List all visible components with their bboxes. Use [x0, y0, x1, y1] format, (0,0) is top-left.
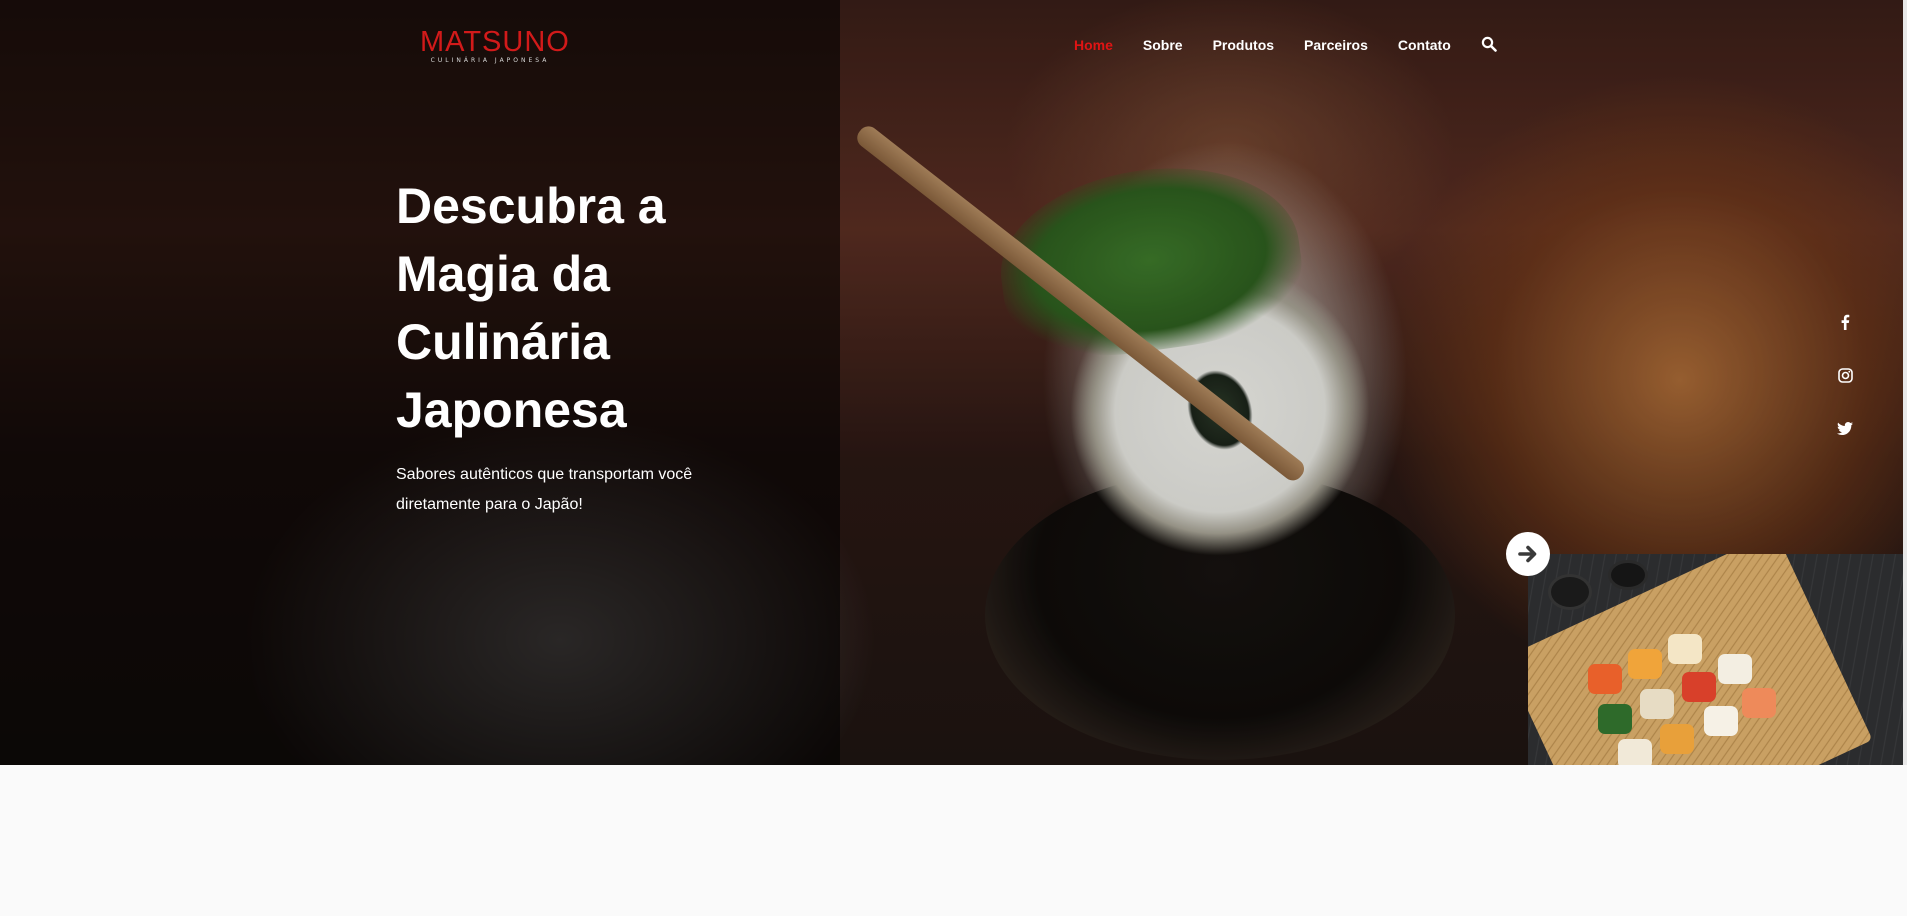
logo[interactable]: MATSUNO CULINÁRIA JAPONESA — [420, 26, 570, 65]
slider-next-button[interactable] — [1506, 532, 1550, 576]
logo-tagline: CULINÁRIA JAPONESA — [430, 57, 550, 64]
arrow-right-icon — [1518, 545, 1537, 563]
logo-name: MATSUNO — [420, 26, 570, 58]
thumbnail-sushi-piece — [1640, 689, 1674, 719]
thumbnail-sushi-piece — [1598, 704, 1632, 734]
nav-item-home[interactable]: Home — [1074, 37, 1113, 53]
thumbnail-wasabi-bowl — [1548, 574, 1592, 610]
social-links — [1836, 314, 1854, 476]
main-nav: Home Sobre Produtos Parceiros Contato — [1074, 36, 1499, 54]
twitter-icon[interactable] — [1836, 422, 1854, 476]
nav-item-parceiros[interactable]: Parceiros — [1304, 37, 1368, 53]
scrollbar[interactable] — [1903, 0, 1907, 765]
thumbnail-sushi-piece — [1718, 654, 1752, 684]
hero-headline: Descubra a Magia da Culinária Japonesa — [396, 172, 836, 444]
hero-headline-line: Magia da — [396, 246, 610, 302]
instagram-icon[interactable] — [1836, 368, 1854, 422]
thumbnail-sushi-piece — [1682, 672, 1716, 702]
thumbnail-sushi-piece — [1660, 724, 1694, 754]
thumbnail-sushi-piece — [1704, 706, 1738, 736]
facebook-icon[interactable] — [1836, 314, 1854, 368]
thumbnail-sauce-bowl — [1608, 560, 1648, 590]
hero-headline-line: Descubra a — [396, 178, 666, 234]
nav-item-produtos[interactable]: Produtos — [1213, 37, 1274, 53]
slider-thumbnail[interactable] — [1528, 554, 1903, 765]
search-icon[interactable] — [1481, 36, 1499, 54]
nav-item-contato[interactable]: Contato — [1398, 37, 1451, 53]
thumbnail-sushi-piece — [1668, 634, 1702, 664]
hero-headline-line: Japonesa — [396, 382, 627, 438]
thumbnail-sushi-piece — [1628, 649, 1662, 679]
nav-item-sobre[interactable]: Sobre — [1143, 37, 1183, 53]
thumbnail-sushi-piece — [1588, 664, 1622, 694]
hero-headline-line: Culinária — [396, 314, 610, 370]
hero-subtitle: Sabores autênticos que transportam você … — [396, 466, 693, 513]
thumbnail-sushi-piece — [1618, 739, 1652, 765]
thumbnail-sushi-piece — [1742, 688, 1776, 718]
page-section-below — [0, 765, 1907, 916]
